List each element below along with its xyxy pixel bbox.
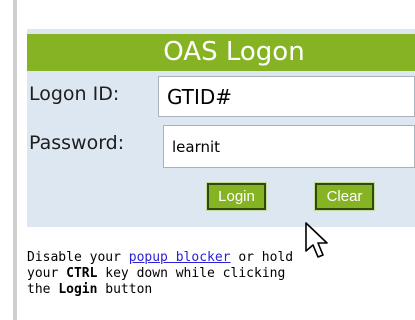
logon-id-label: Logon ID: <box>29 83 120 105</box>
login-word-text: Login <box>58 282 98 297</box>
logon-title: OAS Logon <box>27 34 415 71</box>
logon-id-input[interactable] <box>158 76 415 117</box>
page: OAS Logon Logon ID: Password: Login Clea… <box>0 0 415 320</box>
login-button[interactable]: Login <box>206 182 267 211</box>
help-line-2-prefix: your <box>27 266 67 281</box>
help-line-3: the Login button <box>27 282 415 298</box>
popup-blocker-link[interactable]: popup blocker <box>129 250 231 265</box>
clear-button[interactable]: Clear <box>314 182 375 211</box>
help-line-1-prefix: Disable your <box>27 250 129 265</box>
popup-help-text: Disable your popup blocker or hold your … <box>27 250 415 298</box>
mouse-pointer-icon <box>305 222 328 258</box>
help-line-1-suffix: or hold <box>230 250 294 265</box>
help-line-3-prefix: the <box>27 282 59 297</box>
help-line-1: Disable your popup blocker or hold <box>27 250 415 266</box>
password-label: Password: <box>29 132 125 154</box>
ctrl-key-text: CTRL <box>66 266 98 281</box>
password-input[interactable] <box>163 125 415 168</box>
logon-panel: OAS Logon Logon ID: Password: Login Clea… <box>27 29 415 227</box>
help-line-3-suffix: button <box>97 282 153 297</box>
help-line-2: your CTRL key down while clicking <box>27 266 415 282</box>
help-line-2-suffix: key down while clicking <box>97 266 286 281</box>
left-border-rule <box>13 0 17 320</box>
